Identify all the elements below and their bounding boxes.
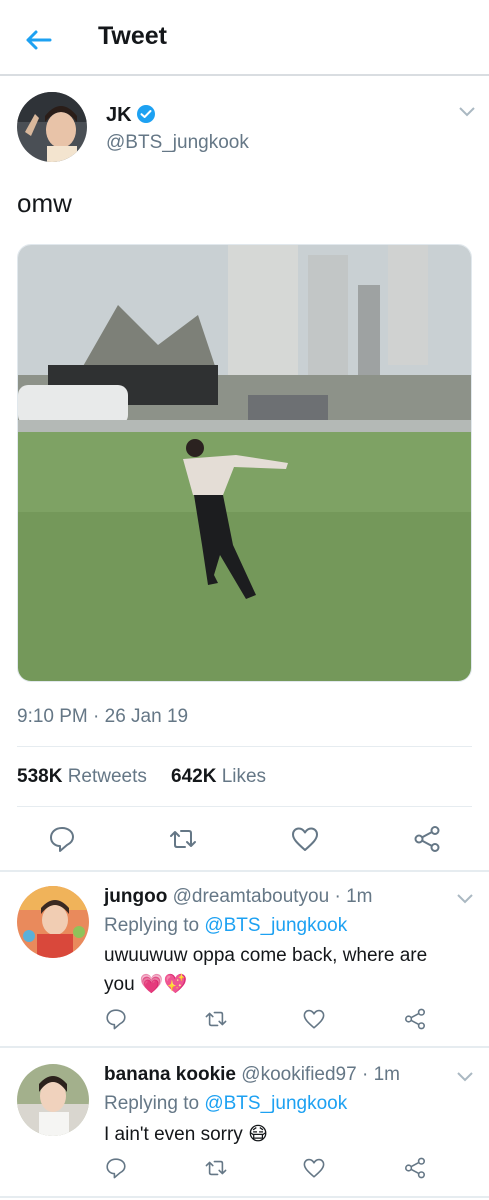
tweet-media[interactable] [17,244,472,682]
reply-time: · 1m [361,1064,400,1085]
reply-author-name[interactable]: jungoo [104,886,167,907]
reply-text-line1: I ain't even sorry [104,1124,243,1145]
share-icon[interactable] [403,1156,427,1180]
reply-icon[interactable] [104,1156,128,1180]
reply-text-continued: you 💗💖 [104,972,187,996]
reply-avatar[interactable] [17,886,89,958]
divider [17,746,472,747]
section-divider [0,870,489,872]
replying-to-link[interactable]: @BTS_jungkook [204,915,347,936]
like-icon[interactable] [302,1007,326,1031]
reply-author-name[interactable]: banana kookie [104,1064,236,1085]
page-title: Tweet [98,22,167,50]
share-icon[interactable] [403,1007,427,1031]
reply-icon[interactable] [104,1007,128,1031]
retweets-stat[interactable]: 538K Retweets [17,766,147,788]
chevron-down-icon[interactable] [456,893,474,905]
replying-to-link[interactable]: @BTS_jungkook [204,1093,347,1114]
mask-emoji: 😷 [248,1124,268,1145]
reply-author-handle[interactable]: @kookified97 [241,1064,356,1085]
reply-text: uwuuwuw oppa come back, where are [104,945,428,966]
author-name[interactable]: JK [106,104,132,127]
retweet-icon[interactable] [168,824,198,854]
top-bar: Tweet [0,0,489,76]
reply-time: · 1m [334,886,373,907]
reply-avatar[interactable] [17,1064,89,1136]
tweet-timestamp: 9:10 PM · 26 Jan 19 [17,706,189,727]
divider [17,806,472,807]
likes-count: 642K [171,766,217,787]
section-divider [0,1046,489,1048]
likes-label: Likes [221,766,267,787]
share-icon[interactable] [412,824,442,854]
retweets-label: Retweets [67,766,147,787]
section-divider [0,1196,489,1198]
reply-text-line2: you [104,974,135,995]
reply-text: I ain't even sorry 😷 [104,1123,268,1146]
retweet-icon[interactable] [204,1156,228,1180]
tweet-text: omw [17,188,72,218]
retweet-icon[interactable] [204,1007,228,1031]
author-avatar[interactable] [17,92,87,162]
reply-author-handle[interactable]: @dreamtaboutyou [173,886,330,907]
replying-to-label: Replying to [104,915,200,936]
chevron-down-icon[interactable] [456,1071,474,1083]
likes-stat[interactable]: 642K Likes [171,766,266,788]
verified-badge-icon [137,105,155,123]
arrow-left-icon[interactable] [20,22,56,58]
author-handle[interactable]: @BTS_jungkook [106,132,249,154]
reply-icon[interactable] [47,824,77,854]
hearts-emoji: 💗💖 [139,974,188,995]
chevron-down-icon[interactable] [458,106,476,118]
like-icon[interactable] [290,824,320,854]
like-icon[interactable] [302,1156,326,1180]
media-image [18,245,471,681]
retweets-count: 538K [17,766,63,787]
replying-to-label: Replying to [104,1093,200,1114]
